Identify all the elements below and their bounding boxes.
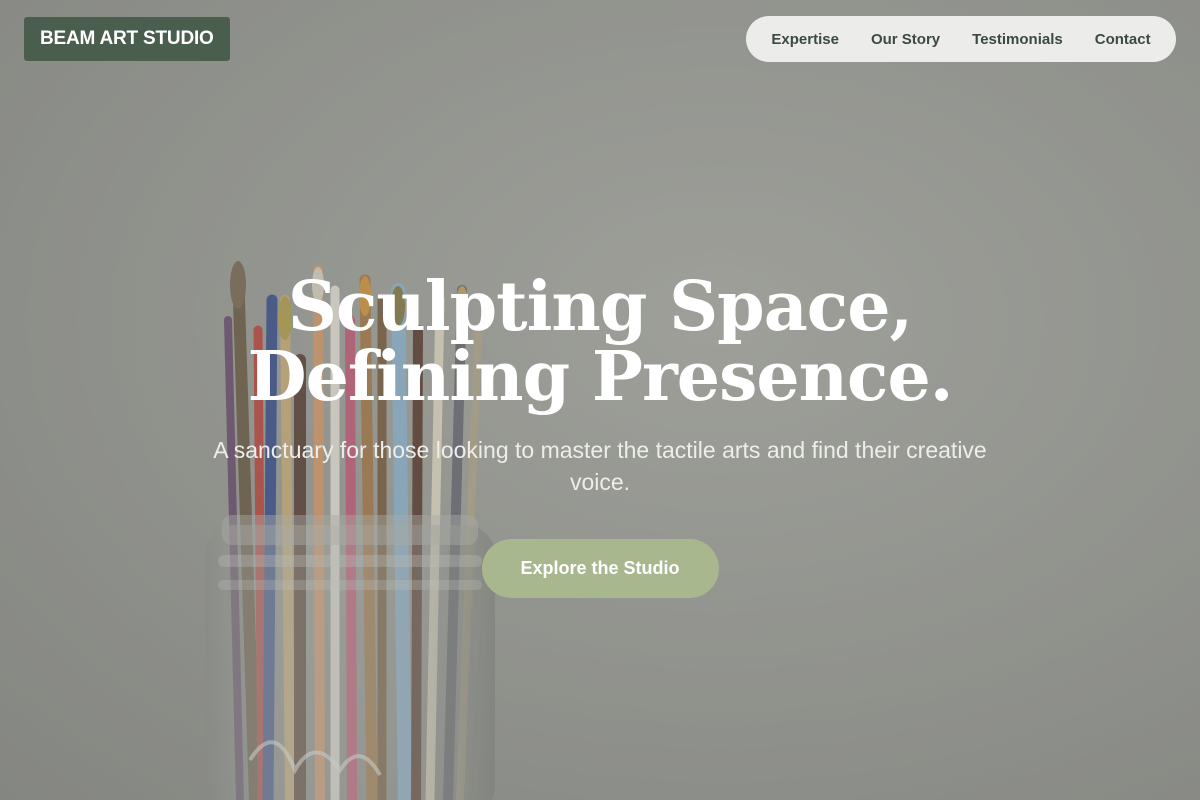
hero-section: BEAM ART STUDIO Expertise Our Story Test… — [0, 0, 1200, 800]
hero-headline-line-2: Defining Presence. — [247, 337, 954, 417]
hero-subtitle: A sanctuary for those looking to master … — [213, 437, 987, 495]
nav-link-expertise[interactable]: Expertise — [755, 31, 855, 48]
hero-headline: Sculpting Space, Defining Presence. — [0, 272, 1200, 412]
nav-link-testimonials[interactable]: Testimonials — [956, 31, 1079, 48]
hero-headline-line-1: Sculpting Space, — [287, 267, 913, 347]
nav-link-contact[interactable]: Contact — [1079, 31, 1167, 48]
nav-link-our-story[interactable]: Our Story — [855, 31, 956, 48]
explore-studio-button[interactable]: Explore the Studio — [481, 539, 719, 598]
brand-logo[interactable]: BEAM ART STUDIO — [24, 17, 230, 61]
hero-content: Sculpting Space, Defining Presence. A sa… — [0, 272, 1200, 598]
main-nav: Expertise Our Story Testimonials Contact — [746, 16, 1176, 62]
